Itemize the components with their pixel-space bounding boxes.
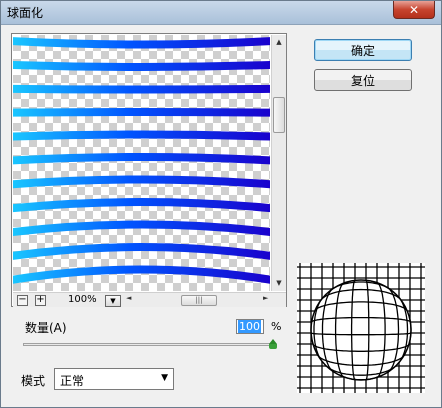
preview-stripe: [13, 108, 270, 117]
grid-line-horizontal: [297, 316, 425, 323]
zoom-level: 100%: [68, 294, 97, 305]
amount-value: 100: [238, 320, 261, 333]
grid-line-vertical: [313, 263, 323, 393]
scroll-down-icon[interactable]: ▼: [274, 278, 284, 288]
grid-line-horizontal: [297, 365, 425, 376]
mode-value: 正常: [60, 374, 85, 388]
preview-stripe: [13, 130, 270, 141]
mode-label: 模式: [21, 374, 46, 388]
reset-button[interactable]: 复位: [314, 69, 412, 91]
title-bar[interactable]: 球面化 ✕: [1, 1, 441, 25]
preview-frame: ▲ ▼ − + 100% ▼ ◄ ||| ►: [11, 33, 287, 307]
vertical-scrollbar[interactable]: ▲ ▼: [271, 35, 286, 291]
preview-stripe: [13, 37, 270, 49]
preview-area[interactable]: [13, 35, 270, 291]
horizontal-scroll-thumb[interactable]: |||: [181, 295, 217, 306]
scroll-right-icon[interactable]: ►: [263, 294, 268, 302]
preview-stripe: [13, 84, 270, 94]
scroll-up-icon[interactable]: ▲: [274, 37, 284, 47]
distortion-grid-preview: [297, 263, 425, 393]
amount-slider-track[interactable]: [23, 343, 273, 346]
grid-line-horizontal: [297, 354, 425, 367]
ok-button[interactable]: 确定: [314, 39, 412, 61]
preview-toolbar: − + 100% ▼ ◄ ||| ►: [13, 292, 286, 307]
preview-stripe: [13, 243, 270, 260]
spherize-dialog: 球面化 ✕ ▲ ▼ − + 100% ▼ ◄ ||| ► 确定 复位 数量(A)…: [0, 0, 442, 408]
preview-stripe: [13, 198, 270, 213]
window-title: 球面化: [7, 6, 44, 20]
zoom-out-button[interactable]: −: [17, 295, 28, 306]
scroll-left-icon[interactable]: ◄: [126, 294, 131, 302]
amount-label: 数量(A): [25, 321, 67, 335]
preview-stripe: [13, 175, 270, 189]
preview-stripe: [13, 265, 270, 284]
close-icon: ✕: [408, 2, 420, 17]
zoom-in-button[interactable]: +: [35, 295, 46, 306]
zoom-dropdown-icon[interactable]: ▼: [105, 295, 121, 307]
preview-stripe: [13, 220, 270, 237]
amount-slider-thumb-base[interactable]: [269, 344, 277, 349]
chevron-down-icon: ▼: [161, 373, 168, 383]
preview-stripe: [13, 153, 270, 165]
grid-line-horizontal: [297, 281, 425, 290]
grid-line-vertical: [398, 263, 409, 393]
grid-line-vertical: [321, 263, 334, 393]
preview-stripe: [13, 60, 270, 71]
amount-unit: %: [271, 320, 282, 333]
mode-select[interactable]: 正常 ▼: [54, 368, 174, 390]
close-button[interactable]: ✕: [393, 1, 435, 19]
grid-line-vertical: [387, 263, 400, 393]
vertical-scroll-thumb[interactable]: [273, 97, 285, 133]
grid-line-horizontal: [297, 332, 425, 336]
sphere-grid-icon: [297, 263, 425, 393]
grid-line-horizontal: [297, 288, 425, 301]
preview-stripes: [13, 37, 270, 284]
amount-input[interactable]: 100: [236, 319, 264, 334]
